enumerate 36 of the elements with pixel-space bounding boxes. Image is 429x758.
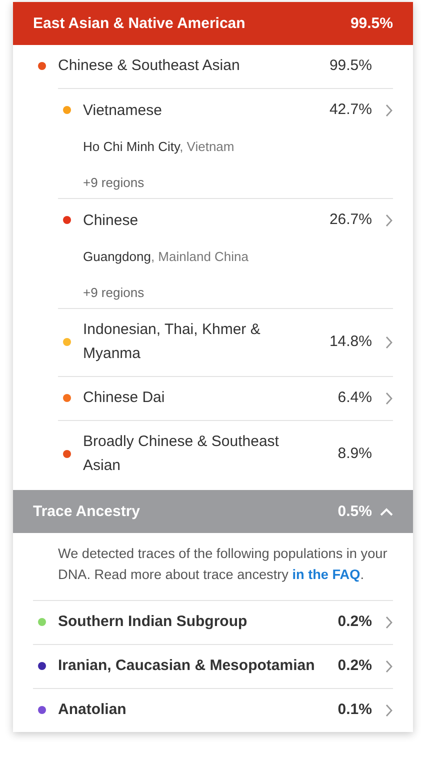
chevron-right-icon[interactable] <box>385 336 393 348</box>
population-name: Chinese Dai <box>83 388 166 408</box>
chevron-right-icon[interactable] <box>385 104 393 117</box>
percentage: 8.9% <box>338 444 372 464</box>
faq-link[interactable]: in the FAQ <box>292 567 360 582</box>
percentage: 42.7% <box>329 100 372 120</box>
percentage: 0.2% <box>338 656 372 676</box>
population-name: Indonesian, Thai, Khmer & Myanma <box>83 320 262 364</box>
percentage: 6.4% <box>338 388 372 408</box>
regions-link[interactable]: +9 regions <box>83 172 330 194</box>
percentage: 99.5% <box>329 56 372 76</box>
percentage: 0.2% <box>338 612 372 632</box>
population-name: Chinese <box>83 211 140 231</box>
percentage: 26.7% <box>329 210 372 230</box>
chevron-right-icon[interactable] <box>385 704 393 716</box>
location-text: Guangdong, Mainland China <box>83 248 250 266</box>
percentage: 0.5% <box>338 503 372 520</box>
percentage: 0.1% <box>338 700 372 720</box>
chevron-right-icon[interactable] <box>385 616 393 628</box>
chevron-right-icon[interactable] <box>385 660 393 672</box>
chevron-up-icon[interactable] <box>380 508 393 516</box>
trace-description: We detected traces of the following populations in your DNA. Read more about trace ancestry in the FAQ. <box>58 545 388 584</box>
population-name: Iranian, Caucasian & Mesopotamian <box>58 656 316 676</box>
population-name: Vietnamese <box>83 101 163 121</box>
population-name: Southern Indian Subgroup <box>58 612 248 632</box>
population-name: Chinese & Southeast Asian <box>58 56 241 76</box>
section-title: Trace Ancestry <box>33 503 142 520</box>
chevron-right-icon[interactable] <box>385 392 393 404</box>
section-title: East Asian & Native American <box>33 15 246 32</box>
location-text: Ho Chi Minh City, Vietnam <box>83 138 236 156</box>
percentage: 14.8% <box>329 332 372 352</box>
population-name: Anatolian <box>58 700 128 720</box>
regions-link[interactable]: +9 regions <box>83 282 330 304</box>
percentage: 99.5% <box>350 15 393 32</box>
chevron-right-icon[interactable] <box>385 214 393 227</box>
population-name: Broadly Chinese & Southeast Asian <box>83 432 280 476</box>
